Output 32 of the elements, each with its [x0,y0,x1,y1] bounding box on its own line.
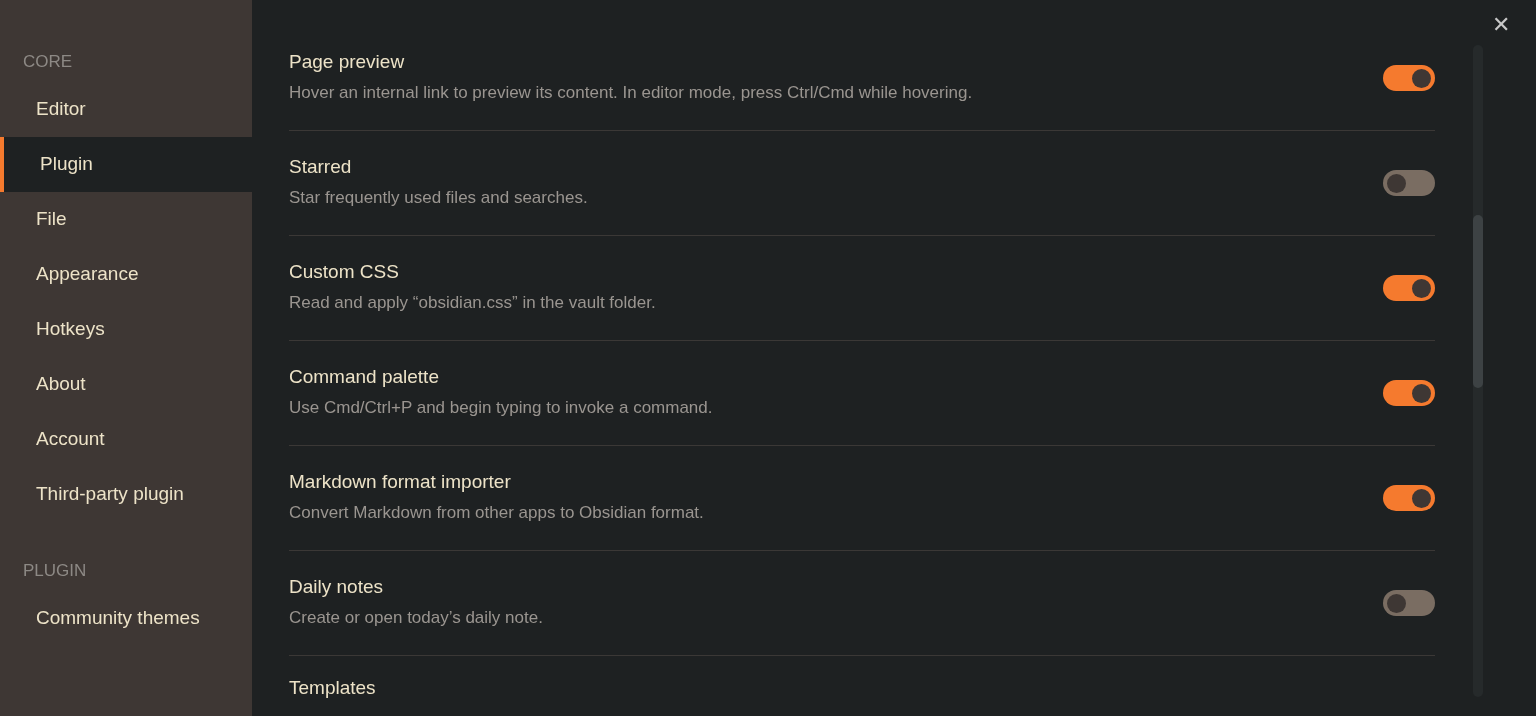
sidebar-item[interactable]: Account [0,412,252,467]
setting-description: Hover an internal link to preview its content. In editor mode, press Ctrl/Cmd while hovering. [289,82,973,105]
section-heading: PLUGIN [22,560,88,583]
close-button[interactable]: ✕ [1488,14,1514,36]
setting-title: Starred [289,155,353,180]
toggle-switch[interactable] [1383,275,1435,301]
setting-description: Star frequently used files and searches. [289,187,588,210]
toggle-switch[interactable] [1383,380,1435,406]
sidebar-item[interactable]: Community themes [0,591,252,646]
setting-title: Page preview [289,50,406,75]
sidebar-item[interactable]: Plugin [0,137,252,192]
sidebar-item[interactable]: Hotkeys [0,302,252,357]
sidebar-item[interactable]: File [0,192,252,247]
setting-title: Daily notes [289,575,384,600]
toggle-switch[interactable] [1383,65,1435,91]
section-heading: CORE [22,51,74,74]
sidebar-item[interactable]: About [0,357,252,412]
sidebar-item[interactable]: Editor [0,82,252,137]
setting-title: Command palette [289,365,440,390]
setting-description: Read and apply “obsidian.css” in the vault folder. [289,292,656,315]
sidebar-item[interactable]: Appearance [0,247,252,302]
setting-title: Templates [289,676,376,700]
setting-title: Markdown format importer [289,470,512,495]
setting-title: Custom CSS [289,260,400,285]
toggle-switch[interactable] [1383,170,1435,196]
setting-description: Use Cmd/Ctrl+P and begin typing to invoke a command. [289,397,713,420]
toggle-switch[interactable] [1383,590,1435,616]
sidebar-item[interactable]: Third-party plugin [0,467,252,522]
setting-description: Create or open today’s daily note. [289,607,543,630]
scrollbar-thumb[interactable] [1473,215,1483,388]
toggle-switch[interactable] [1383,485,1435,511]
setting-description: Convert Markdown from other apps to Obsidian format. [289,502,704,525]
